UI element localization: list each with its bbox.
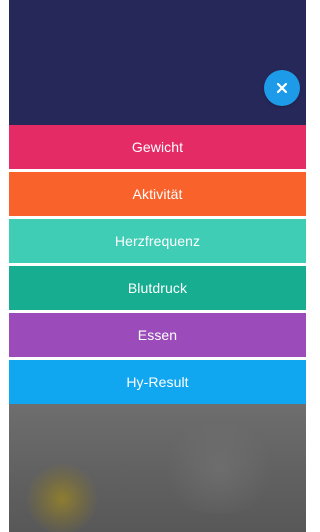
blurred-background-image — [27, 464, 97, 532]
menu-item-essen[interactable]: Essen — [9, 313, 306, 357]
menu-item-aktivitaet[interactable]: Aktivität — [9, 172, 306, 216]
dimmed-background-overlay[interactable] — [9, 404, 306, 532]
close-button[interactable] — [264, 70, 300, 106]
menu-item-hy-result[interactable]: Hy-Result — [9, 360, 306, 404]
header — [9, 0, 306, 125]
app-screen: Gewicht Aktivität Herzfrequenz Blutdruck… — [0, 0, 306, 532]
menu-item-herzfrequenz[interactable]: Herzfrequenz — [9, 219, 306, 263]
close-icon — [276, 82, 288, 94]
menu-item-gewicht[interactable]: Gewicht — [9, 125, 306, 169]
blurred-background-shape — [159, 424, 279, 514]
menu-item-blutdruck[interactable]: Blutdruck — [9, 266, 306, 310]
category-menu: Gewicht Aktivität Herzfrequenz Blutdruck… — [9, 125, 306, 404]
